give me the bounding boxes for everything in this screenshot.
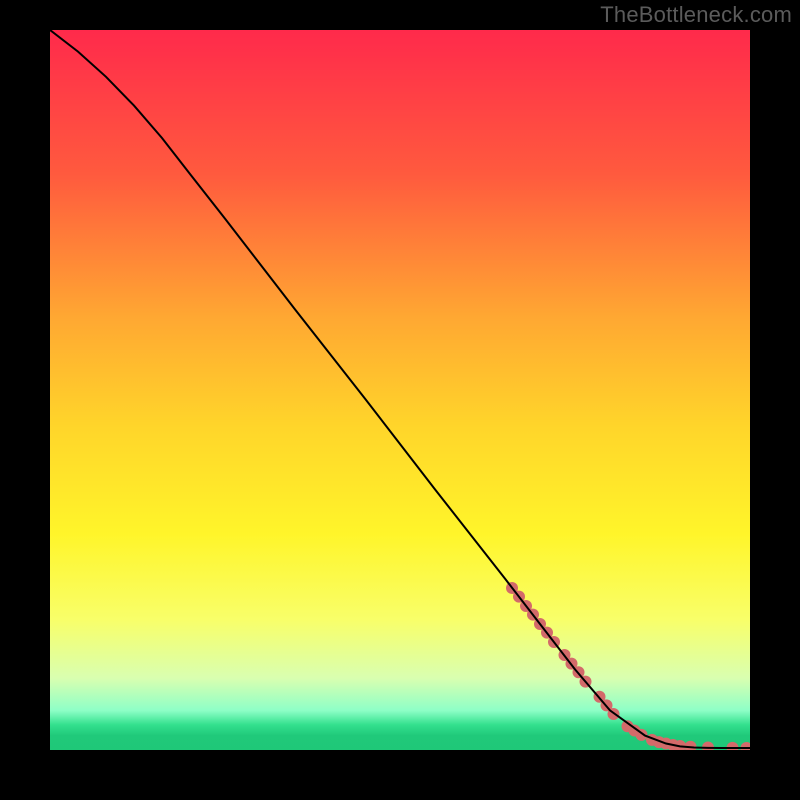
plot-area: [50, 30, 750, 750]
chart-svg: [50, 30, 750, 750]
watermark-text: TheBottleneck.com: [600, 2, 792, 28]
chart-frame: TheBottleneck.com: [0, 0, 800, 800]
gradient-background: [50, 30, 750, 750]
